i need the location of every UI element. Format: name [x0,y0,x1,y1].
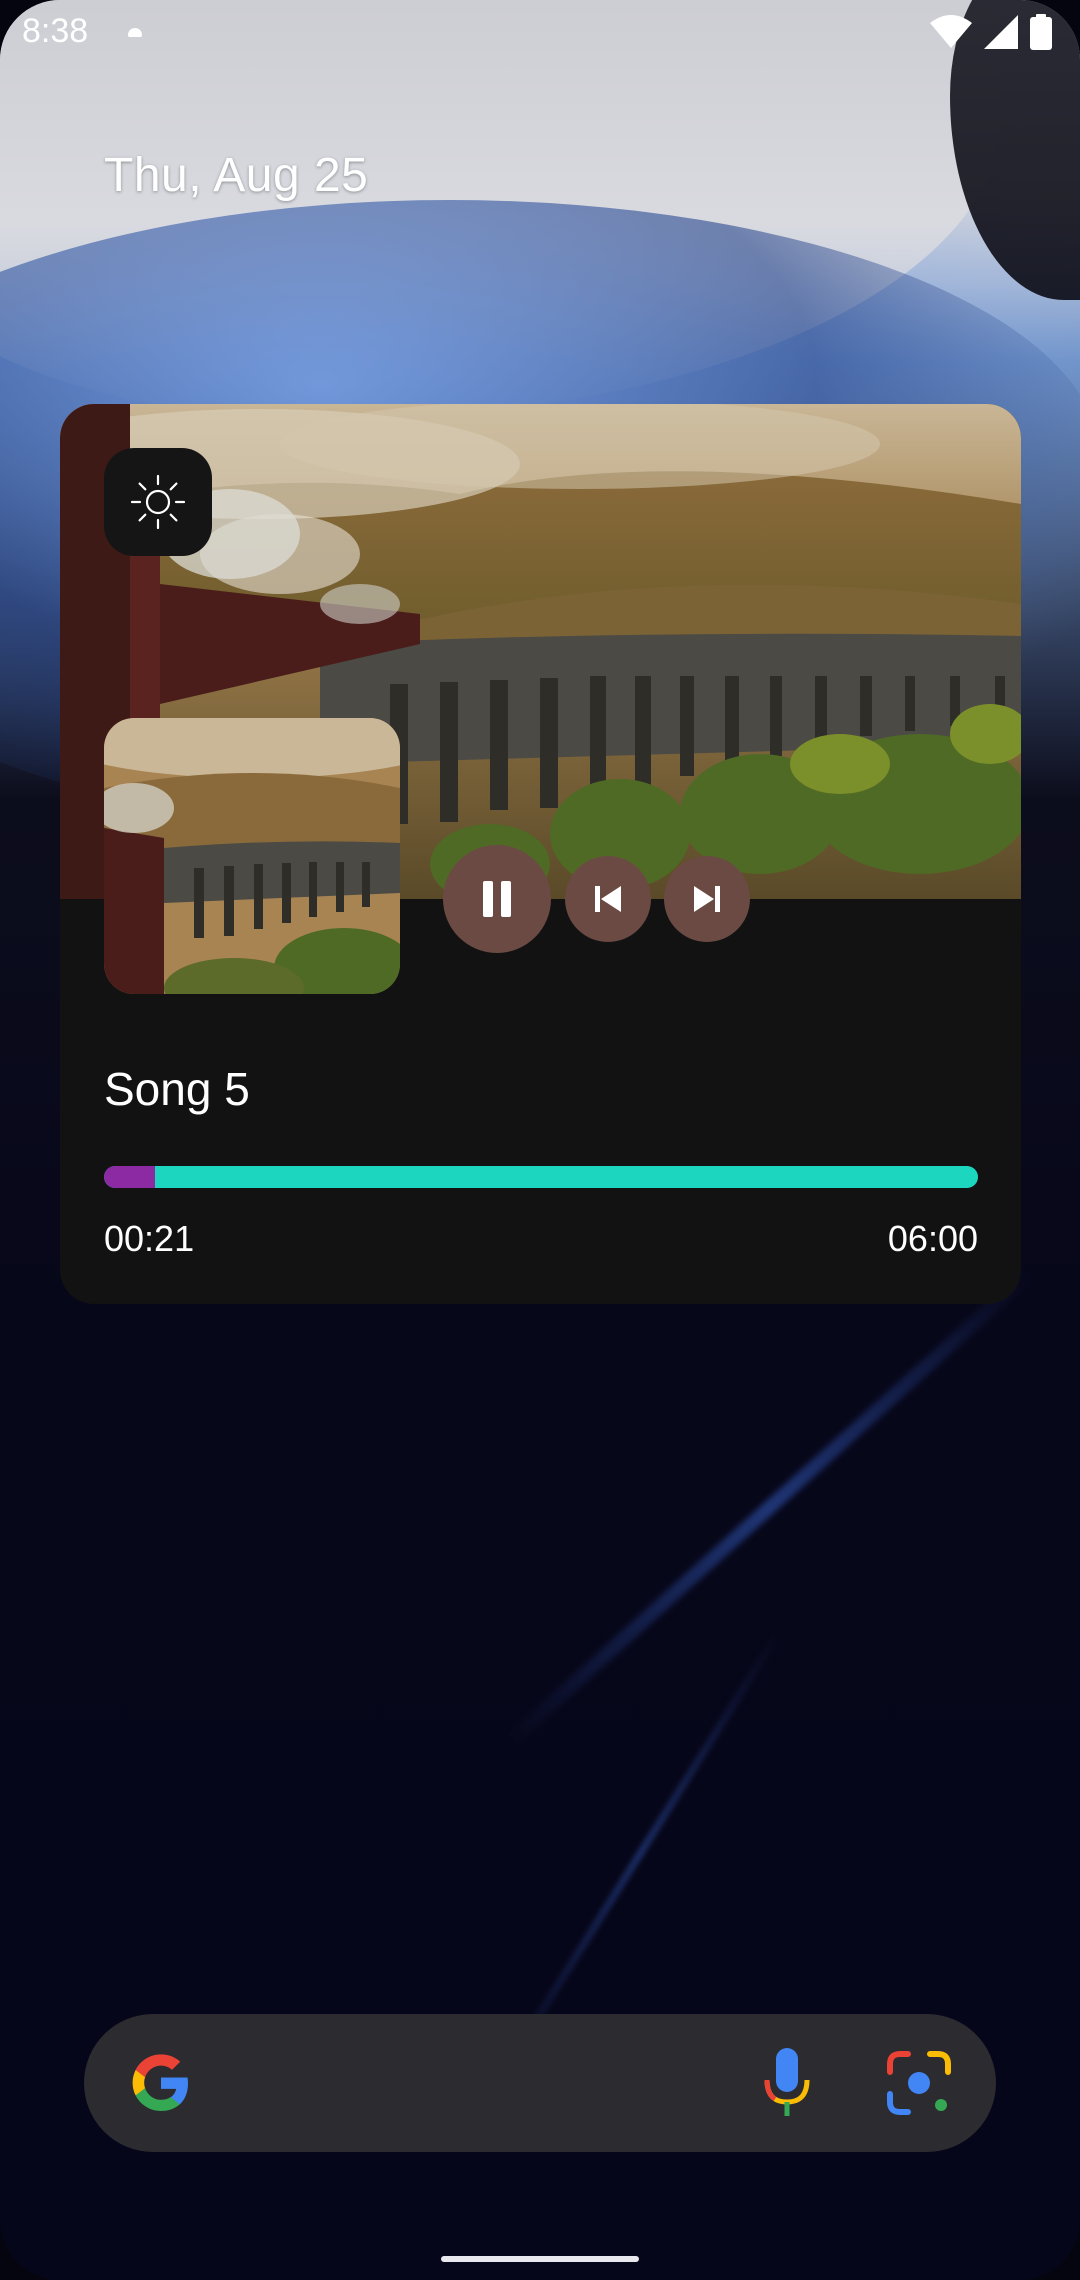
album-art [104,718,400,994]
sun-icon [130,474,186,530]
total-duration: 06:00 [887,1218,978,1259]
elapsed-time: 00:21 [104,1218,195,1259]
home-screen: 8:38 Thu, Aug 25 Song 5 00:21 06:00 [0,0,1080,2280]
media-player-widget[interactable]: Song 5 00:21 06:00 [60,404,1021,1304]
song-title: Song 5 [104,1063,250,1115]
wallpaper-streak [505,1267,1035,1747]
wallpaper-streak [498,1631,782,2077]
lens-icon[interactable] [884,2048,954,2118]
progress-played [104,1166,155,1188]
battery-icon [1030,14,1052,50]
progress-bar[interactable] [104,1166,978,1188]
home-indicator[interactable] [441,2256,639,2262]
status-bar: 8:38 [0,0,1080,64]
pause-icon [483,881,511,917]
date-text[interactable]: Thu, Aug 25 [104,148,368,203]
microphone-icon[interactable] [757,2044,817,2124]
status-time: 8:38 [22,12,89,50]
cloud-icon [128,28,142,37]
theme-toggle-button[interactable] [104,448,212,556]
skip-previous-icon [595,886,621,912]
google-logo-icon[interactable] [126,2048,196,2118]
pause-button[interactable] [443,845,551,953]
status-icons [930,14,1052,50]
wifi-icon [930,15,972,48]
skip-next-icon [694,886,720,912]
skip-next-button[interactable] [664,856,750,942]
google-search-bar[interactable] [84,2014,996,2152]
cell-signal-icon [984,15,1018,49]
skip-previous-button[interactable] [565,856,651,942]
